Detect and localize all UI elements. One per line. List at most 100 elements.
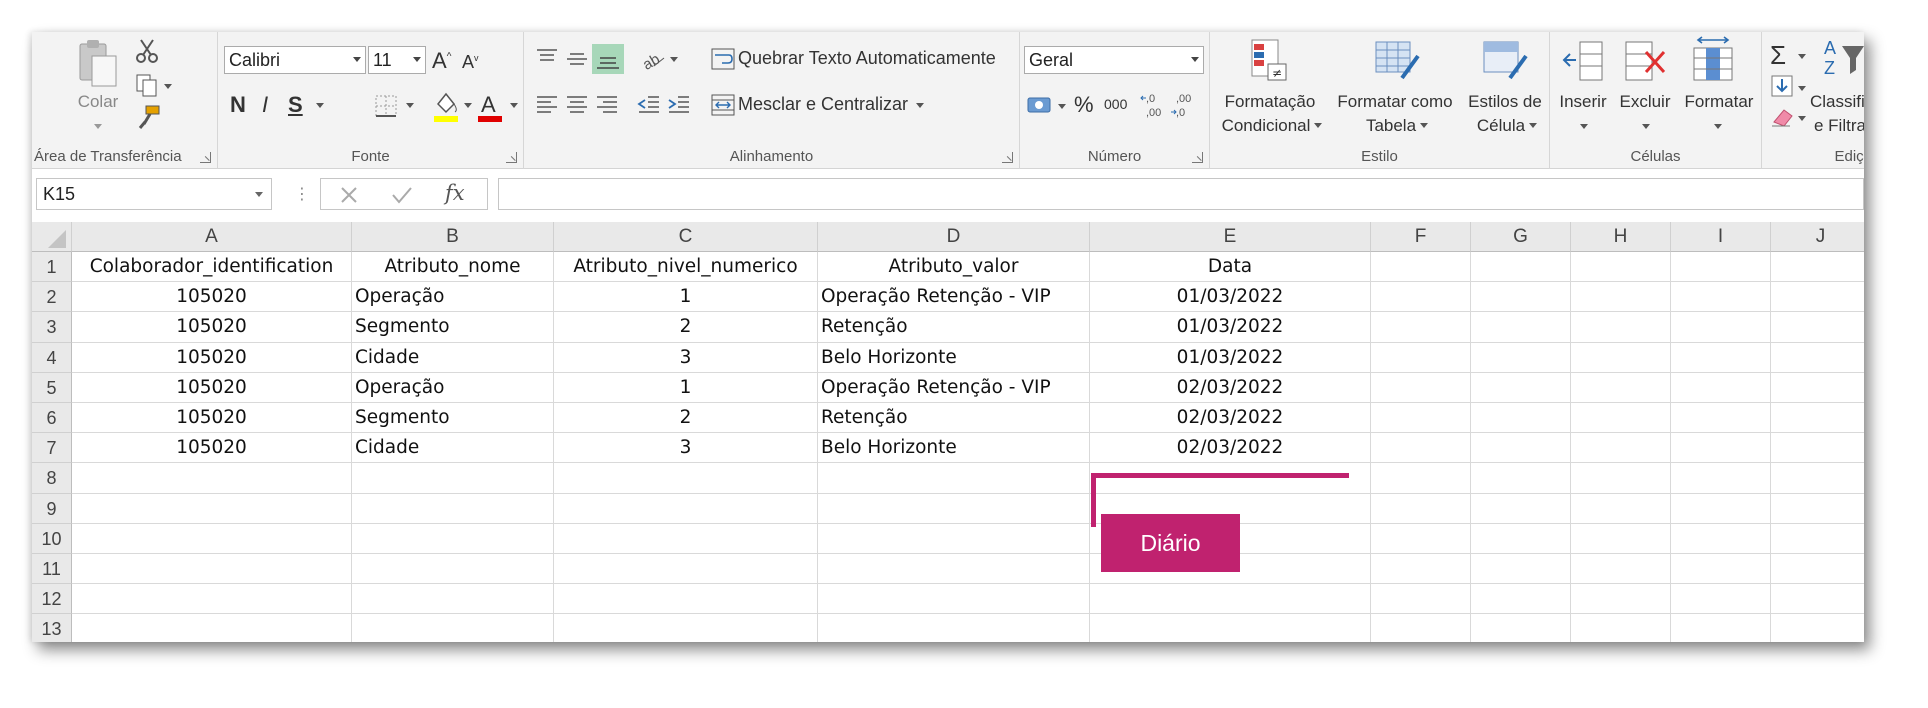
data-cell[interactable]: Cidade — [352, 342, 554, 373]
currency-dropdown-icon[interactable] — [1058, 104, 1066, 109]
data-cell[interactable]: 2 — [554, 403, 818, 434]
empty-cell[interactable] — [1471, 554, 1571, 585]
font-launcher-icon[interactable] — [506, 152, 517, 163]
select-all-corner[interactable] — [32, 222, 72, 252]
decrease-decimal-icon[interactable]: ,00,0 — [1170, 90, 1198, 120]
font-color-icon[interactable]: A — [476, 90, 504, 124]
empty-cell[interactable] — [1471, 372, 1571, 403]
data-cell[interactable]: Belo Horizonte — [818, 342, 1090, 373]
empty-cell[interactable] — [1471, 342, 1571, 373]
data-cell[interactable]: 01/03/2022 — [1090, 282, 1371, 313]
empty-cell[interactable] — [1471, 312, 1571, 343]
data-cell[interactable]: Operação Retenção - VIP — [818, 372, 1090, 403]
data-cell[interactable]: 01/03/2022 — [1090, 312, 1371, 343]
empty-cell[interactable] — [1571, 584, 1671, 615]
empty-cell[interactable] — [1371, 252, 1471, 283]
empty-cell[interactable] — [1371, 614, 1471, 642]
data-cell[interactable]: Segmento — [352, 403, 554, 434]
copy-icon[interactable] — [134, 72, 160, 98]
currency-icon[interactable] — [1026, 92, 1054, 118]
empty-cell[interactable] — [1771, 614, 1864, 642]
empty-cell[interactable] — [1371, 463, 1471, 494]
empty-cell[interactable] — [1371, 493, 1471, 524]
increase-font-icon[interactable]: A^ — [432, 48, 451, 74]
empty-cell[interactable] — [1571, 523, 1671, 554]
clear-dropdown-icon[interactable] — [1798, 116, 1806, 121]
empty-cell[interactable] — [818, 614, 1090, 642]
paste-button[interactable]: Colar — [66, 90, 130, 114]
empty-cell[interactable] — [1571, 403, 1671, 434]
header-cell[interactable]: Atributo_nivel_numerico — [554, 252, 818, 283]
data-cell[interactable]: Belo Horizonte — [818, 433, 1090, 464]
conditional-formatting-icon[interactable]: ≠ — [1248, 38, 1292, 84]
data-cell[interactable]: 02/03/2022 — [1090, 403, 1371, 434]
percent-button[interactable]: % — [1074, 92, 1094, 118]
empty-cell[interactable] — [1471, 403, 1571, 434]
empty-cell[interactable] — [818, 584, 1090, 615]
format-cells-button[interactable]: Formatar — [1676, 90, 1762, 114]
empty-cell[interactable] — [72, 523, 352, 554]
thousands-button[interactable]: 000 — [1104, 96, 1127, 112]
empty-cell[interactable] — [1671, 614, 1771, 642]
empty-cell[interactable] — [72, 554, 352, 585]
empty-cell[interactable] — [352, 463, 554, 494]
row-header-8[interactable]: 8 — [32, 463, 72, 494]
row-header-11[interactable]: 11 — [32, 554, 72, 585]
empty-cell[interactable] — [1571, 342, 1671, 373]
empty-cell[interactable] — [352, 584, 554, 615]
autosum-dropdown-icon[interactable] — [1798, 54, 1806, 59]
header-cell[interactable]: Data — [1090, 252, 1371, 283]
empty-cell[interactable] — [1371, 342, 1471, 373]
empty-cell[interactable] — [818, 493, 1090, 524]
empty-cell[interactable] — [1371, 523, 1471, 554]
row-header-13[interactable]: 13 — [32, 614, 72, 642]
empty-cell[interactable] — [72, 493, 352, 524]
empty-cell[interactable] — [1771, 433, 1864, 464]
empty-cell[interactable] — [1771, 312, 1864, 343]
empty-cell[interactable] — [1371, 282, 1471, 313]
empty-cell[interactable] — [818, 554, 1090, 585]
row-header-1[interactable]: 1 — [32, 252, 72, 283]
data-cell[interactable]: 1 — [554, 372, 818, 403]
row-header-5[interactable]: 5 — [32, 372, 72, 403]
empty-cell[interactable] — [1671, 282, 1771, 313]
header-cell[interactable]: Atributo_nome — [352, 252, 554, 283]
empty-cell[interactable] — [1671, 372, 1771, 403]
header-cell[interactable]: Colaborador_identification — [72, 252, 352, 283]
data-cell[interactable]: 3 — [554, 342, 818, 373]
orientation-dropdown-icon[interactable] — [670, 57, 678, 62]
data-cell[interactable]: 1 — [554, 282, 818, 313]
data-cell[interactable]: Segmento — [352, 312, 554, 343]
column-header-b[interactable]: B — [352, 222, 554, 252]
empty-cell[interactable] — [1671, 403, 1771, 434]
data-cell[interactable]: Retenção — [818, 312, 1090, 343]
data-cell[interactable]: 105020 — [72, 342, 352, 373]
orientation-icon[interactable]: ab — [640, 46, 666, 74]
italic-button[interactable]: I — [262, 92, 268, 118]
empty-cell[interactable] — [1571, 282, 1671, 313]
empty-cell[interactable] — [1090, 463, 1371, 494]
empty-cell[interactable] — [1671, 584, 1771, 615]
data-cell[interactable]: 02/03/2022 — [1090, 372, 1371, 403]
data-cell[interactable]: 105020 — [72, 433, 352, 464]
empty-cell[interactable] — [352, 554, 554, 585]
bold-button[interactable]: N — [230, 92, 246, 118]
data-cell[interactable]: Cidade — [352, 433, 554, 464]
empty-cell[interactable] — [352, 614, 554, 642]
empty-cell[interactable] — [1371, 554, 1471, 585]
row-header-7[interactable]: 7 — [32, 433, 72, 464]
empty-cell[interactable] — [1371, 372, 1471, 403]
empty-cell[interactable] — [1371, 433, 1471, 464]
merge-center-button[interactable]: Mesclar e Centralizar — [738, 94, 908, 115]
row-header-3[interactable]: 3 — [32, 312, 72, 343]
empty-cell[interactable] — [72, 614, 352, 642]
data-cell[interactable]: 105020 — [72, 282, 352, 313]
empty-cell[interactable] — [1771, 584, 1864, 615]
empty-cell[interactable] — [1471, 493, 1571, 524]
column-header-i[interactable]: I — [1671, 222, 1771, 252]
paste-dropdown-icon[interactable] — [94, 124, 102, 129]
formula-input[interactable] — [498, 178, 1864, 210]
decrease-indent-icon[interactable] — [636, 92, 662, 118]
borders-dropdown-icon[interactable] — [406, 103, 414, 108]
paste-icon[interactable] — [76, 38, 120, 94]
